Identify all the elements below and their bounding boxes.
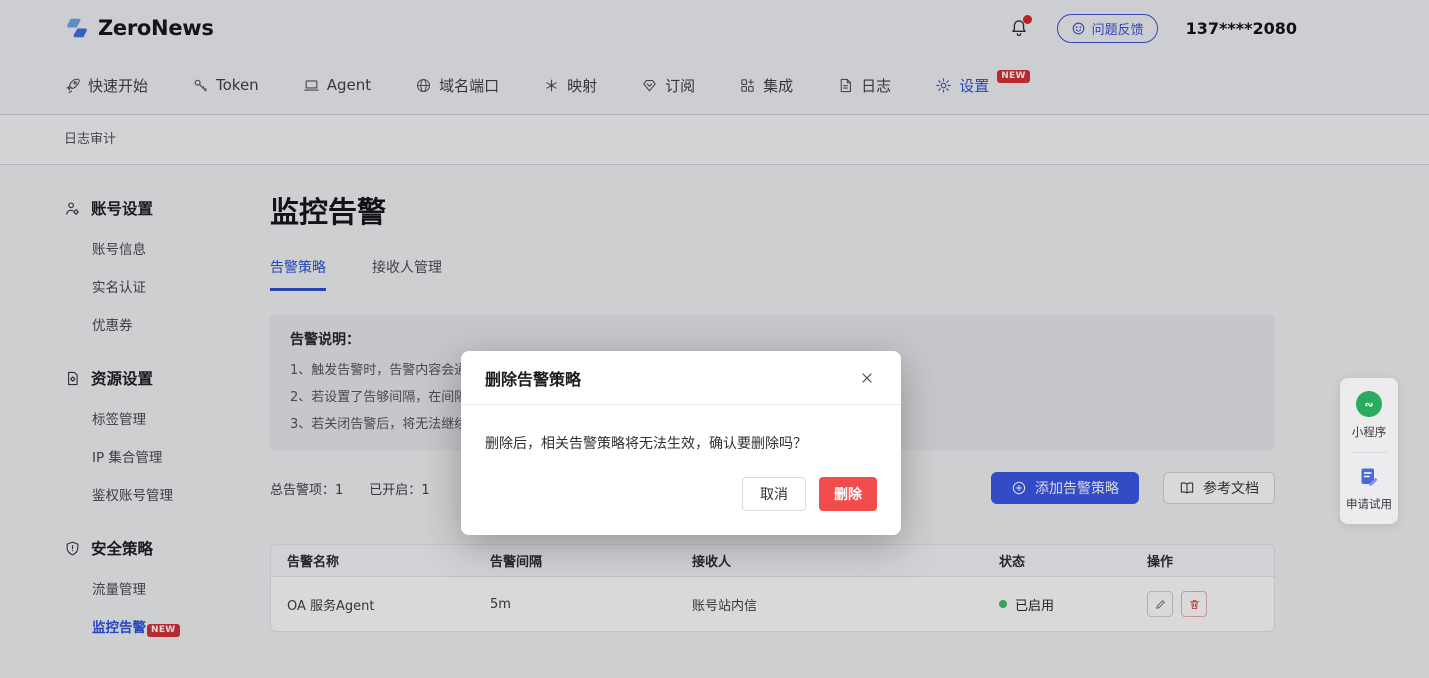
cancel-button[interactable]: 取消 [742,477,806,511]
modal-message: 删除后，相关告警策略将无法生效，确认要删除吗？ [461,405,901,475]
apply-trial-icon [1357,465,1381,489]
page: ZeroNews [0,0,1429,678]
floating-panel: 小程序 申请试用 [1340,378,1398,524]
mini-program-entry[interactable]: 小程序 [1352,391,1387,440]
panel-divider [1351,452,1387,453]
modal-footer: 取消 删除 [461,475,901,535]
delete-policy-modal: 删除告警策略 删除后，相关告警策略将无法生效，确认要删除吗？ 取消 删除 [461,351,901,535]
modal-close-button[interactable] [857,368,877,388]
confirm-delete-button[interactable]: 删除 [819,477,877,511]
modal-overlay [0,0,1429,678]
wechat-miniprogram-icon [1356,391,1382,417]
modal-header: 删除告警策略 [461,351,901,405]
modal-title: 删除告警策略 [485,366,581,390]
close-icon [859,370,875,386]
apply-trial-entry[interactable]: 申请试用 [1346,465,1392,512]
